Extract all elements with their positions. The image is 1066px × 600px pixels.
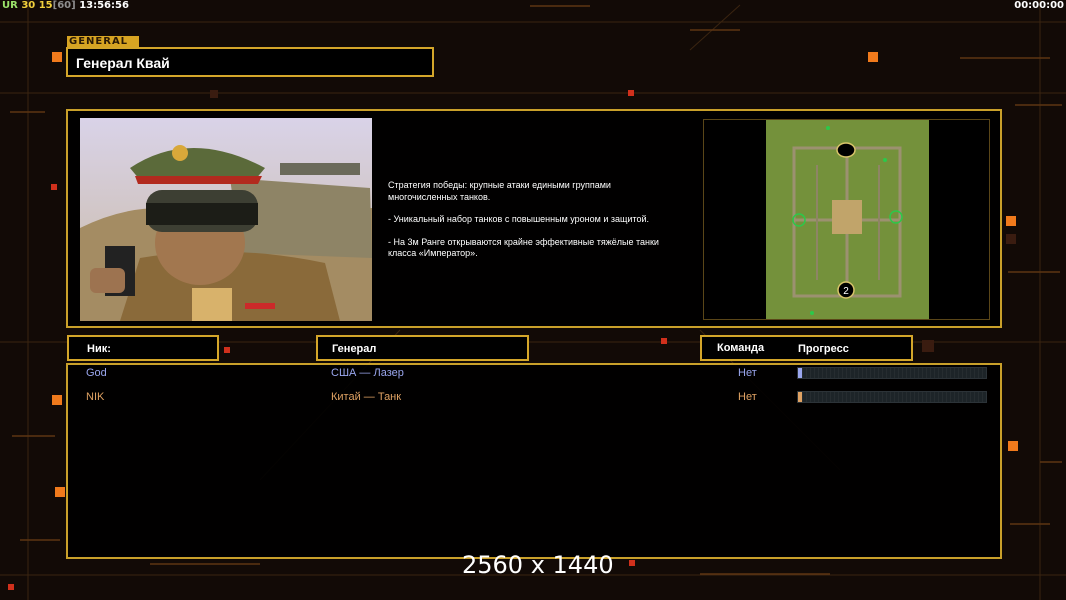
map-preview: 2 (703, 119, 990, 320)
player-progress-bar (797, 391, 987, 403)
player-progress-bar (797, 367, 987, 379)
player-nick: God (86, 367, 107, 379)
progress-fill (798, 368, 802, 378)
fps-value: 30 (21, 0, 36, 11)
nick-header: Ник: (87, 343, 111, 355)
player-row-2: NIK Китай — Танк Нет (0, 391, 1066, 407)
progress-fill (798, 392, 802, 402)
player-general: Китай — Танк (331, 391, 402, 403)
general-header-box: Генерал (316, 335, 529, 361)
clock: 13:56:56 (79, 0, 129, 11)
map-player-marker: 2 (843, 286, 849, 297)
resolution-label: 2560 x 1440 (462, 551, 614, 579)
logic-fps-cap: [60] (52, 0, 76, 11)
description-line-1: Стратегия победы: крупные атаки едиными … (388, 180, 611, 202)
player-general: США — Лазер (331, 367, 404, 379)
progress-header: Прогресс (798, 343, 849, 355)
fps-status: UR 30 15[60] 13:56:56 (2, 0, 129, 11)
general-portrait (80, 118, 372, 321)
player-team: Нет (738, 367, 757, 379)
team-header: Команда (717, 342, 765, 354)
description-line-3: - На 3м Ранге открываются крайне эффекти… (388, 236, 659, 259)
general-name: Генерал Квай (76, 55, 170, 71)
general-description: Стратегия победы: крупные атаки едиными … (388, 180, 698, 271)
player-team: Нет (738, 391, 757, 403)
description-line-2: - Уникальный набор танков с повышенным у… (388, 214, 649, 224)
general-tab-label: GENERAL (67, 36, 139, 47)
general-header: Генерал (332, 343, 377, 355)
logic-fps-value: 15 (38, 0, 53, 11)
team-progress-header-box: Команда Прогресс (700, 335, 913, 361)
ur-label: UR (2, 0, 18, 11)
player-nick: NIK (86, 391, 105, 403)
player-row-1: God США — Лазер Нет (0, 367, 1066, 383)
nick-header-box: Ник: (67, 335, 219, 361)
game-timer: 00:00:00 (1014, 0, 1064, 11)
general-title-box: Генерал Квай (66, 47, 434, 77)
